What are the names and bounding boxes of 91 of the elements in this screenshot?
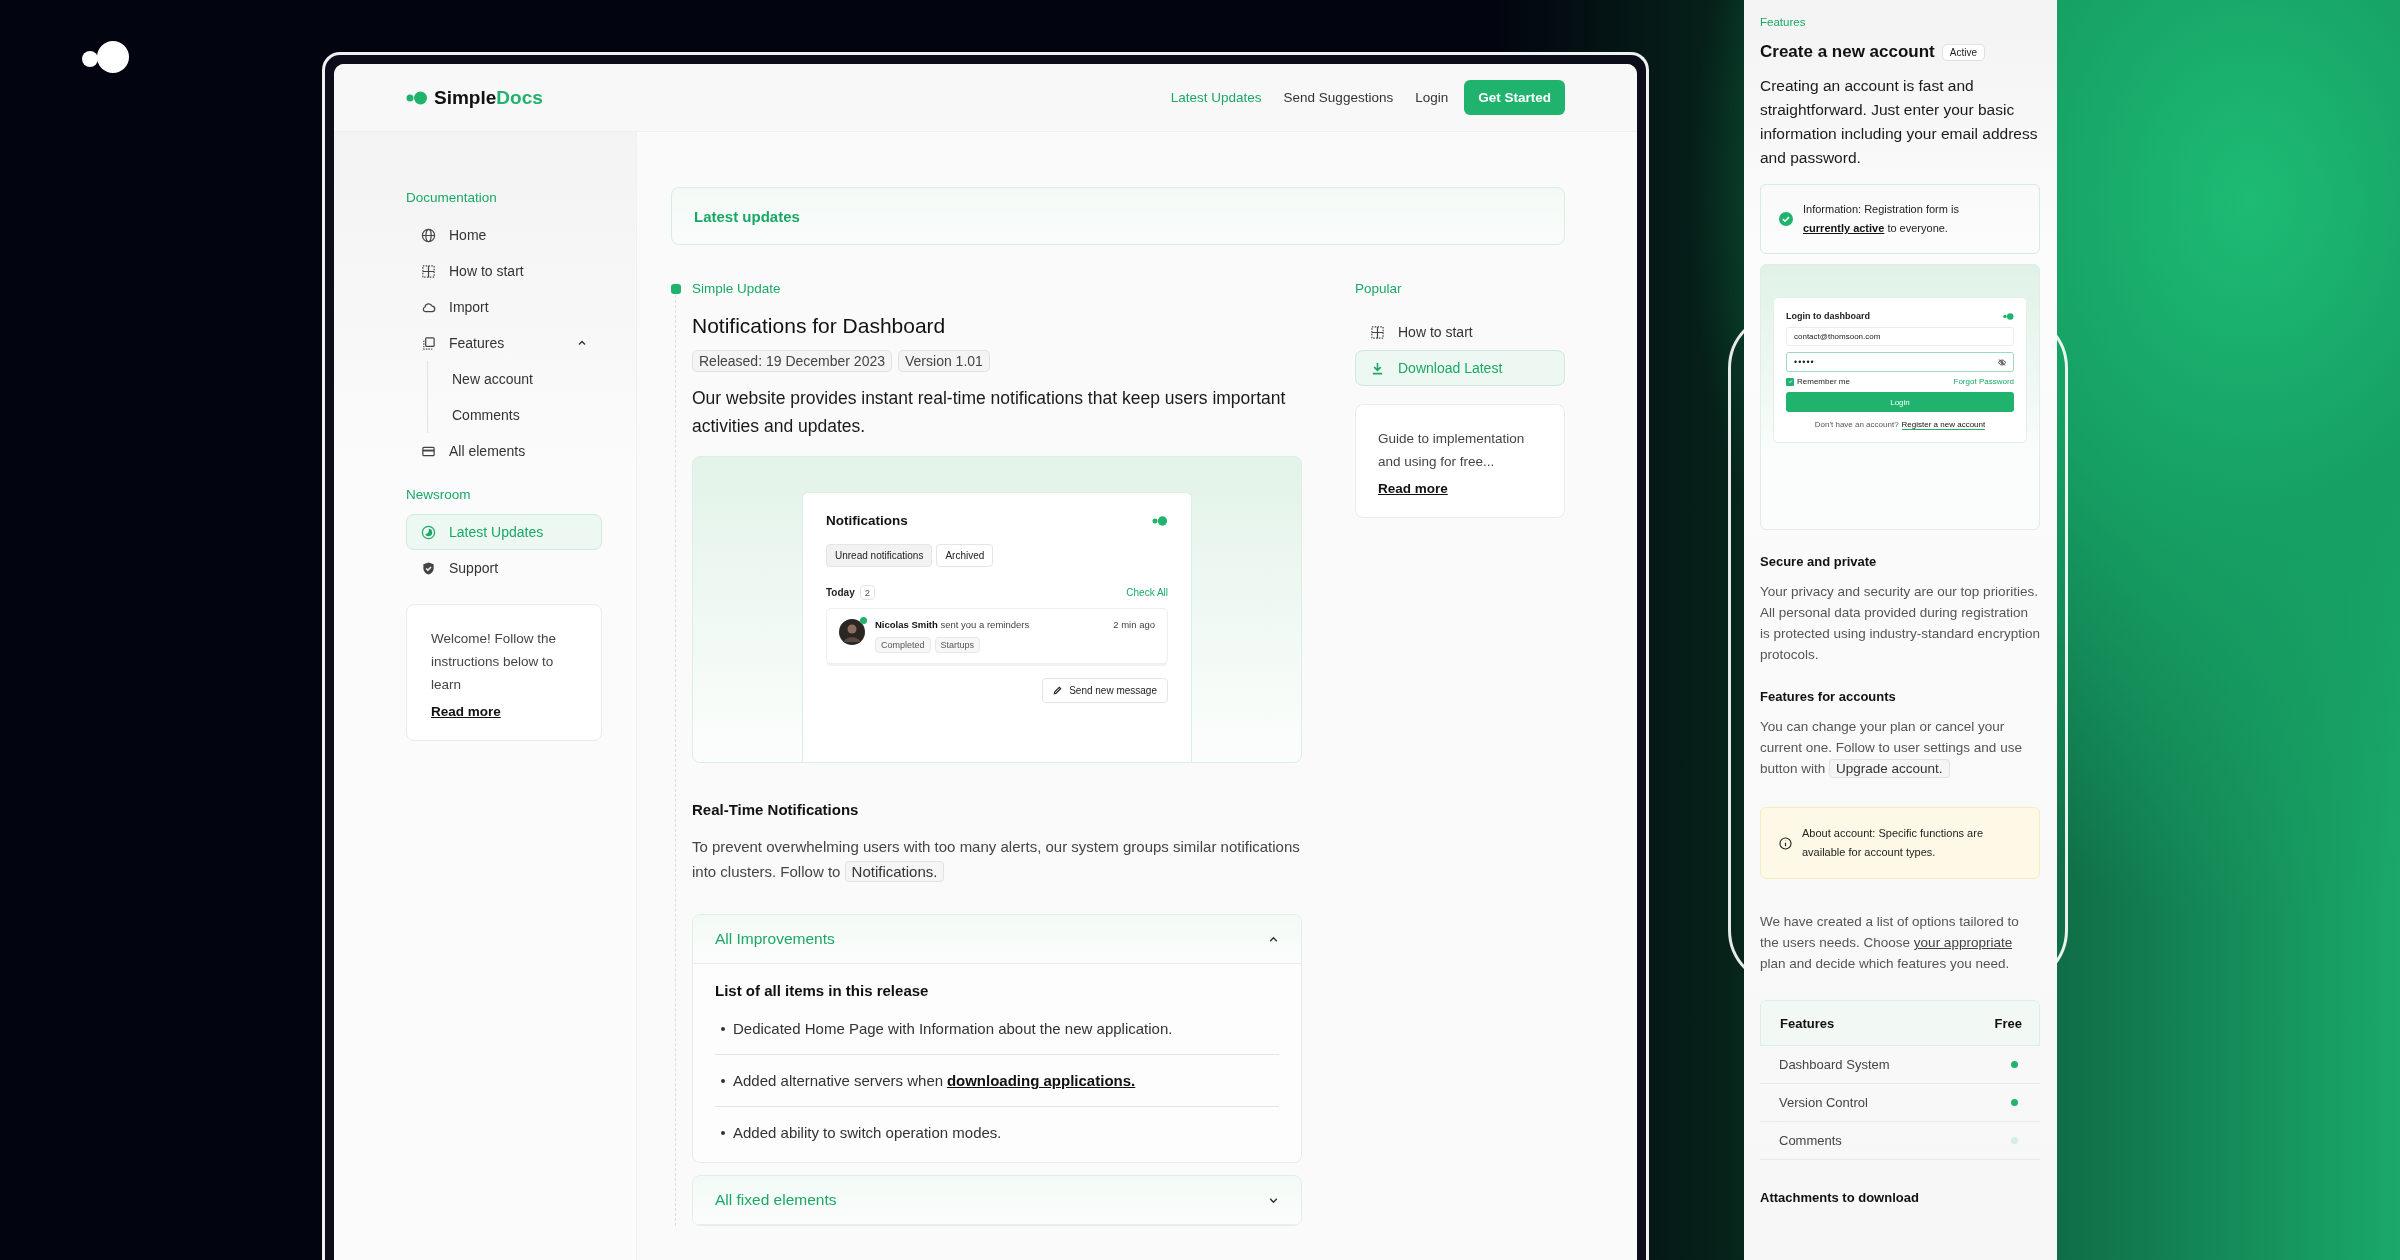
pages-icon: [421, 335, 436, 351]
column-header: Free: [1994, 1015, 2022, 1031]
options-text: We have created a list of options tailored to the users needs. Choose your appropriate plan and decide which features you need.: [1760, 913, 2020, 973]
section-heading: Real-Time Notifications: [692, 801, 860, 818]
section-title: Popular: [1355, 281, 1403, 296]
section-title: Newsroom: [406, 487, 472, 502]
nav-link[interactable]: Send Suggestions: [1283, 90, 1394, 105]
panel-title: Create a new account: [1760, 42, 1935, 62]
brand-logo[interactable]: SimpleDocs: [406, 86, 543, 109]
notification-text: Nicolas Smith sent you a reminders: [875, 619, 1030, 630]
status-link[interactable]: currently active: [1803, 222, 1885, 234]
section-title: Documentation: [406, 190, 498, 205]
read-more-link[interactable]: Read more: [431, 704, 501, 719]
eyebrow-label: Features: [1760, 16, 1807, 28]
pencil-icon: [1053, 686, 1063, 695]
article-title: Notifications for Dashboard: [692, 314, 947, 338]
brand-name: SimpleDocs: [434, 86, 543, 109]
avatar-icon: [839, 619, 865, 645]
inline-code: Notifications.: [844, 861, 945, 882]
panel-lead: Creating an account is fast and straightforward. Just enter your basic information including your email address and password.: [1760, 76, 2039, 168]
remember-label: Remember me: [1797, 377, 1850, 386]
sidebar-item[interactable]: Import: [406, 289, 602, 325]
group-label: Today: [826, 587, 855, 598]
logo-icon: [1152, 515, 1168, 526]
nav-link[interactable]: Login: [1415, 90, 1449, 105]
plan-link[interactable]: your appropriate: [1913, 935, 2013, 950]
check-circle-icon: [1779, 212, 1793, 226]
sidebar-item[interactable]: Home: [406, 217, 602, 253]
info-text: Information: Registration form is currently active to everyone.: [1803, 202, 1960, 236]
list-item-text: Added alternative servers when downloading applications.: [733, 1072, 1136, 1089]
read-more-link[interactable]: Read more: [1378, 481, 1448, 496]
status-badge: Active: [1941, 43, 1985, 61]
bullet: [721, 1026, 725, 1031]
release-badge: Released: 19 December 2023: [692, 350, 892, 372]
logo-icon: [2003, 312, 2014, 320]
section-text: To prevent overwhelming users with too many alerts, our system groups similar notifications into clusters. Follow to Notifications.: [692, 837, 1301, 884]
sidebar-subitem[interactable]: Comments: [428, 397, 602, 433]
sidebar-subitem[interactable]: New account: [428, 361, 602, 397]
table-cell-text: Dashboard System: [1779, 1057, 1891, 1072]
notification-tag: Completed: [875, 637, 931, 653]
pie-icon: [421, 524, 436, 540]
info-icon: [1779, 836, 1792, 850]
accordion-title: All fixed elements: [715, 1191, 837, 1209]
send-message-button[interactable]: Send new message: [1042, 678, 1168, 703]
email-field[interactable]: contact@thomsoon.com: [1786, 327, 2014, 346]
section-heading: Secure and private: [1760, 554, 1878, 569]
logo-icon: [406, 90, 428, 105]
shield-icon: [421, 560, 436, 576]
section-heading: Attachments to download: [1760, 1190, 1920, 1205]
globe-icon: [421, 227, 436, 243]
section-text: You can change your plan or cancel your current one. Follow to user settings and use button with Upgrade account.: [1760, 718, 2023, 779]
widget-title: Notifications: [826, 513, 908, 528]
section-heading: Features for accounts: [1760, 689, 1897, 704]
sidebar-item[interactable]: Features: [406, 325, 602, 361]
signup-prompt: Don't have an account?: [1814, 420, 1899, 430]
notice-text: About account: Specific functions are available for account types.: [1802, 826, 1984, 860]
bullet: [721, 1078, 725, 1083]
downloading-link[interactable]: downloading applications.: [946, 1072, 1136, 1089]
banner-title: Latest updates: [694, 207, 800, 225]
notification-tag: Startups: [934, 637, 981, 653]
sidebar-item[interactable]: Support: [406, 550, 602, 586]
notification-tab[interactable]: Archived: [936, 544, 994, 567]
login-title: Login to dashboard: [1786, 311, 1870, 321]
list-item-text: Dedicated Home Page with Information about the new application.: [733, 1020, 1173, 1037]
grid-icon: [421, 263, 436, 279]
download-icon: [1370, 360, 1385, 376]
sidebar-item[interactable]: All elements: [406, 433, 602, 469]
section-text: Your privacy and security are our top priorities. All personal data provided during registration is protected using industry-standard encryption protocols.: [1760, 583, 2040, 664]
grid-icon: [1370, 324, 1385, 340]
update-tag: Simple Update: [692, 281, 781, 296]
sidebar-item[interactable]: How to start: [406, 253, 602, 289]
table-cell-text: Version Control: [1779, 1095, 1869, 1110]
accordion-title: All Improvements: [715, 930, 835, 948]
card-text: Guide to implementation and using for free...: [1378, 430, 1526, 471]
column-header: Features: [1780, 1015, 1836, 1031]
inline-code: Upgrade account.: [1829, 759, 1950, 778]
card-text: Welcome! Follow the instructions below to learn: [431, 630, 558, 694]
eye-off-icon: [1998, 358, 2006, 366]
remember-checkbox[interactable]: [1786, 377, 1794, 386]
popular-link[interactable]: How to start: [1355, 314, 1565, 350]
register-link[interactable]: Register a new account: [1901, 420, 1986, 430]
notification-tab[interactable]: Unread notifications: [826, 544, 933, 567]
list-heading: List of all items in this release: [715, 982, 930, 999]
bullet: [721, 1130, 725, 1135]
lead-text: Our website provides instant real-time notifications that keep users important activities and updates.: [692, 387, 1287, 438]
count-badge: 2: [859, 585, 875, 600]
list-item-text: Added ability to switch operation modes.: [733, 1124, 1002, 1141]
notification-time: 2 min ago: [1113, 619, 1155, 630]
release-badge: Version 1.01: [898, 350, 990, 372]
password-field[interactable]: •••••: [1786, 352, 2014, 372]
table-cell-text: Comments: [1779, 1133, 1843, 1148]
